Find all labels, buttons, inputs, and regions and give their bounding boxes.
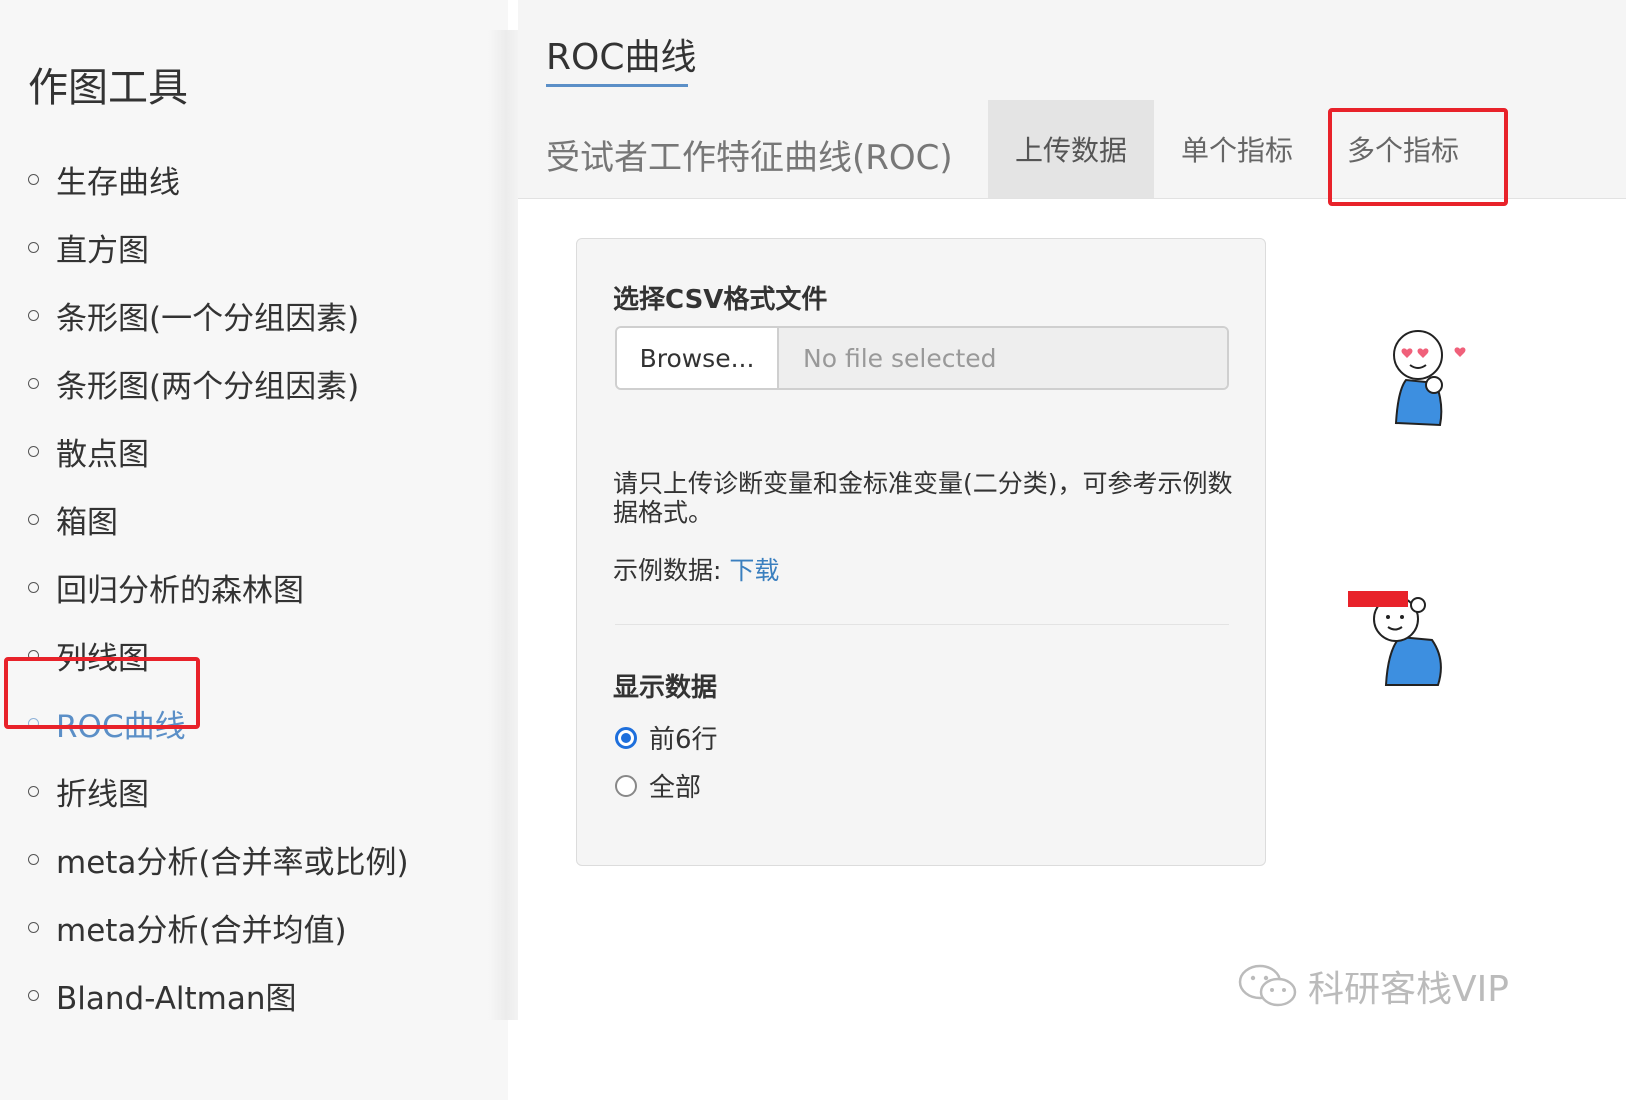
sidebar-item-label: 折线图: [56, 776, 149, 813]
browse-button[interactable]: Browse...: [617, 328, 779, 388]
sidebar-item-histogram[interactable]: 直方图: [28, 213, 409, 281]
sidebar-item-forest-plot[interactable]: 回归分析的森林图: [28, 553, 409, 621]
file-name-field[interactable]: No file selected: [779, 328, 1227, 388]
sidebar-item-label: meta分析(合并均值): [56, 912, 347, 949]
wechat-icon: [1238, 964, 1297, 1007]
sidebar-item-label: meta分析(合并率或比例): [56, 844, 409, 881]
bullet-icon: [28, 241, 39, 253]
bullet-icon: [28, 445, 39, 457]
sidebar-item-label: 回归分析的森林图: [56, 572, 304, 609]
bullet-icon: [28, 785, 39, 797]
bullet-icon: [28, 173, 39, 185]
highlight-box-tab: [1328, 108, 1508, 206]
bullet-icon: [28, 921, 39, 933]
bullet-icon: [28, 309, 39, 321]
sidebar-item-label: Bland-Altman图: [56, 980, 297, 1017]
sidebar-item-label: 条形图(一个分组因素): [56, 300, 360, 337]
example-data-line: 示例数据: 下载: [613, 551, 779, 587]
example-data-label: 示例数据:: [613, 556, 730, 585]
bullet-icon: [28, 853, 39, 865]
highlight-box-roc: [4, 657, 200, 729]
sidebar-item-bar-two-factors[interactable]: 条形图(两个分组因素): [28, 349, 409, 417]
heart-eyes-sticker-icon: [1393, 330, 1466, 427]
sidebar-item-line-chart[interactable]: 折线图: [28, 757, 409, 825]
sidebar-item-bar-one-factor[interactable]: 条形图(一个分组因素): [28, 281, 409, 349]
page-title: ROC曲线: [546, 37, 697, 78]
radio-checked-icon[interactable]: [615, 726, 637, 749]
radio-label: 全部: [649, 773, 702, 803]
upload-panel: 选择CSV格式文件 Browse... No file selected 请只上…: [576, 238, 1266, 866]
file-input-label: 选择CSV格式文件: [613, 285, 828, 315]
tab-single-indicator[interactable]: 单个指标: [1154, 100, 1320, 198]
radio-all[interactable]: 全部: [615, 767, 701, 804]
sidebar-item-survival-curve[interactable]: 生存曲线: [28, 145, 409, 213]
bullet-icon: [28, 513, 39, 525]
sidebar-item-label: 条形图(两个分组因素): [56, 368, 360, 405]
help-text: 请只上传诊断变量和金标准变量(二分类)，可参考示例数据格式。: [613, 469, 1233, 527]
tab-upload-data[interactable]: 上传数据: [988, 100, 1154, 198]
display-data-label: 显示数据: [613, 673, 718, 703]
main-header: ROC曲线 受试者工作特征曲线(ROC) 上传数据 单个指标 多个指标: [518, 0, 1626, 206]
radio-label: 前6行: [649, 725, 718, 755]
sidebar-item-meta-rate[interactable]: meta分析(合并率或比例): [28, 825, 409, 893]
watermark: 科研客栈VIP: [1236, 960, 1509, 1012]
watermark-text: 科研客栈VIP: [1308, 969, 1509, 1010]
page-title-underline: [546, 84, 688, 87]
sidebar-divider: [488, 30, 518, 1020]
radio-first-6-rows[interactable]: 前6行: [615, 719, 718, 756]
sidebar-nav: 生存曲线 直方图 条形图(一个分组因素) 条形图(两个分组因素) 散点图 箱图 …: [28, 145, 409, 1029]
sidebar-item-label: 散点图: [56, 436, 149, 473]
bullet-icon: [28, 581, 39, 593]
download-link[interactable]: 下载: [729, 556, 779, 585]
main-content: ROC曲线 受试者工作特征曲线(ROC) 上传数据 单个指标 多个指标 选择CS…: [518, 0, 1626, 1100]
sidebar-item-label: 生存曲线: [56, 164, 180, 201]
sidebar-item-label: 箱图: [56, 504, 118, 541]
sidebar-item-meta-mean[interactable]: meta分析(合并均值): [28, 893, 409, 961]
bullet-icon: [28, 377, 39, 389]
divider: [615, 624, 1229, 625]
file-input-group[interactable]: Browse... No file selected: [615, 326, 1229, 390]
sidebar-item-scatter[interactable]: 散点图: [28, 417, 409, 485]
sidebar-item-boxplot[interactable]: 箱图: [28, 485, 409, 553]
sidebar-title: 作图工具: [28, 65, 188, 111]
sidebar-item-label: 直方图: [56, 232, 149, 269]
sidebar: 作图工具 生存曲线 直方图 条形图(一个分组因素) 条形图(两个分组因素) 散点…: [0, 0, 508, 1100]
page-subtitle: 受试者工作特征曲线(ROC): [546, 138, 953, 178]
radio-unchecked-icon[interactable]: [615, 774, 637, 797]
headband-sticker-icon: [1348, 591, 1442, 686]
bullet-icon: [28, 989, 39, 1001]
sidebar-item-bland-altman[interactable]: Bland-Altman图: [28, 961, 409, 1029]
